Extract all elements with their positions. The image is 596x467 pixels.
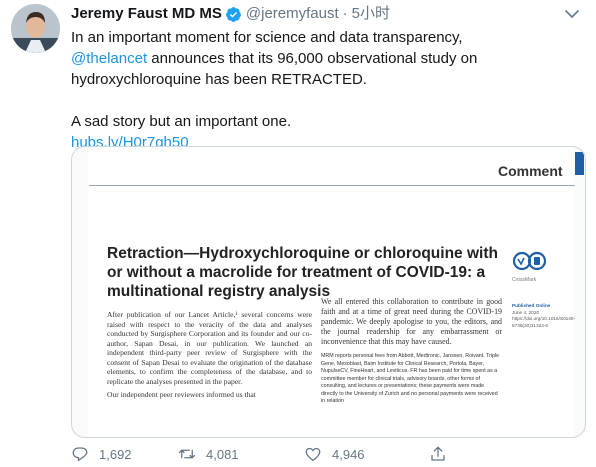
reply-count: 1,692: [99, 446, 132, 462]
tweet-timestamp[interactable]: 5小时: [352, 4, 390, 24]
tweet-text-line: In an important moment for science and d…: [71, 29, 463, 46]
article-disclosure: MRM reports personal fees from Abbott, M…: [321, 353, 500, 404]
mention-link[interactable]: @thelancet: [71, 50, 147, 67]
article-image: Comment Retraction—Hydroxychloroquine or…: [88, 147, 584, 437]
chevron-down-icon[interactable]: [562, 6, 582, 22]
section-label: Comment: [498, 163, 563, 179]
article-title: Retraction—Hydroxychloroquine or chloroq…: [107, 245, 498, 300]
author-name[interactable]: Jeremy Faust MD MS: [71, 4, 222, 24]
tweet-text-fragment: announces that its 96,000 observational …: [147, 50, 478, 67]
reply-button[interactable]: 1,692: [71, 443, 132, 465]
tweet-text: In an important moment for science and d…: [71, 27, 586, 153]
tweet-text-line: @thelancet announces that its 96,000 obs…: [71, 48, 586, 69]
article-middle-column: We all entered this collaboration to con…: [321, 297, 502, 406]
media-card[interactable]: Comment Retraction—Hydroxychloroquine or…: [71, 146, 586, 438]
article-paragraph: Our independent peer reviewers informed …: [107, 390, 256, 399]
like-icon: [305, 447, 321, 462]
like-button[interactable]: 4,946: [304, 443, 365, 465]
retweet-count: 4,081: [206, 446, 239, 462]
tweet-text-line: hydroxychloroquine has been RETRACTED.: [71, 71, 367, 88]
like-count: 4,946: [332, 446, 365, 462]
separator-dot: ·: [342, 5, 348, 22]
publication-info: Published Online June 4, 2020 https://do…: [512, 303, 576, 329]
retweet-icon: [178, 449, 196, 459]
article-left-column: After publication of our Lancet Article,…: [107, 310, 312, 400]
article-paragraph: We all entered this collaboration to con…: [321, 297, 502, 346]
crossmark-label: CrossMark: [512, 277, 537, 283]
tweet-header: Jeremy Faust MD MS @jeremyfaust · 5小时: [71, 4, 390, 24]
section-accent-bar: [575, 152, 584, 175]
author-handle[interactable]: @jeremyfaust: [246, 4, 339, 24]
reply-icon: [72, 447, 88, 462]
section-divider: [89, 185, 575, 186]
retweet-button[interactable]: 4,081: [178, 443, 239, 465]
avatar[interactable]: [11, 4, 60, 53]
tweet-text-line: A sad story but an important one.: [71, 113, 292, 130]
article-paragraph: After publication of our Lancet Article,…: [107, 310, 312, 386]
share-button[interactable]: [429, 443, 457, 465]
article-doi: https://doi.org/10.1016/S0140-6736(20)31…: [512, 316, 576, 328]
tweet-actions: 1,692 4,081 4,946: [71, 443, 586, 465]
crossmark-icon: [512, 248, 547, 278]
share-icon: [431, 446, 445, 461]
verified-badge-icon: [225, 6, 242, 23]
